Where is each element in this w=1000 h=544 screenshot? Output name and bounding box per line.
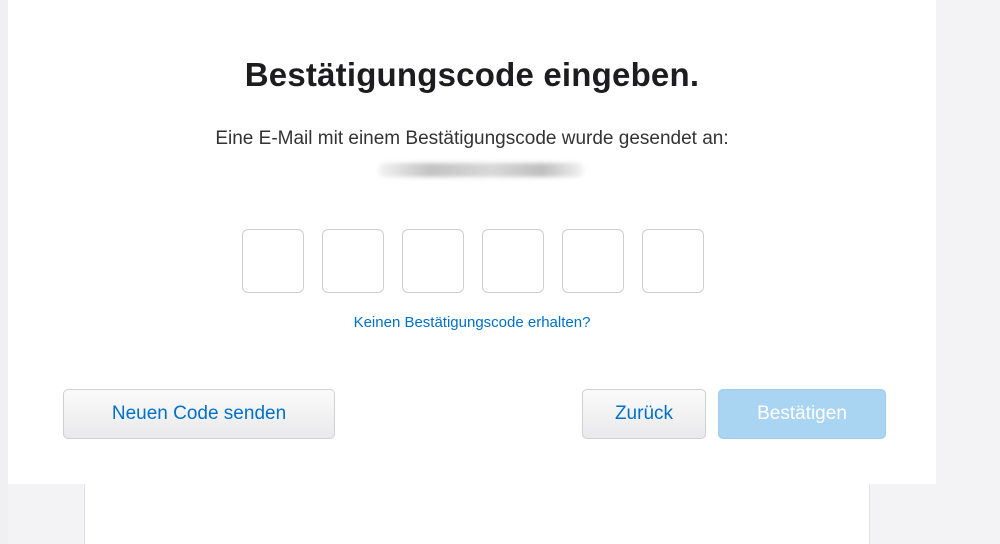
no-code-received-link[interactable]: Keinen Bestätigungscode erhalten? [8, 314, 936, 331]
page: Bestätigungscode eingeben. Eine E-Mail m… [0, 0, 1000, 544]
dialog-subtitle: Eine E-Mail mit einem Bestätigungscode w… [215, 128, 729, 149]
dialog-title: Bestätigungscode eingeben. [244, 56, 700, 93]
code-digit-4-input[interactable] [482, 229, 544, 293]
verification-code-input-group [242, 229, 708, 295]
code-digit-2-input[interactable] [322, 229, 384, 293]
send-new-code-button[interactable]: Neuen Code senden [63, 389, 335, 439]
code-digit-3-input[interactable] [402, 229, 464, 293]
back-button[interactable]: Zurück [582, 389, 706, 439]
background-panel [84, 484, 870, 544]
redacted-email-address [378, 163, 584, 177]
code-digit-1-input[interactable] [242, 229, 304, 293]
code-digit-6-input[interactable] [642, 229, 704, 293]
verification-dialog: Bestätigungscode eingeben. Eine E-Mail m… [8, 0, 936, 484]
left-background-strip [0, 0, 8, 544]
confirm-button[interactable]: Bestätigen [718, 389, 886, 439]
code-digit-5-input[interactable] [562, 229, 624, 293]
